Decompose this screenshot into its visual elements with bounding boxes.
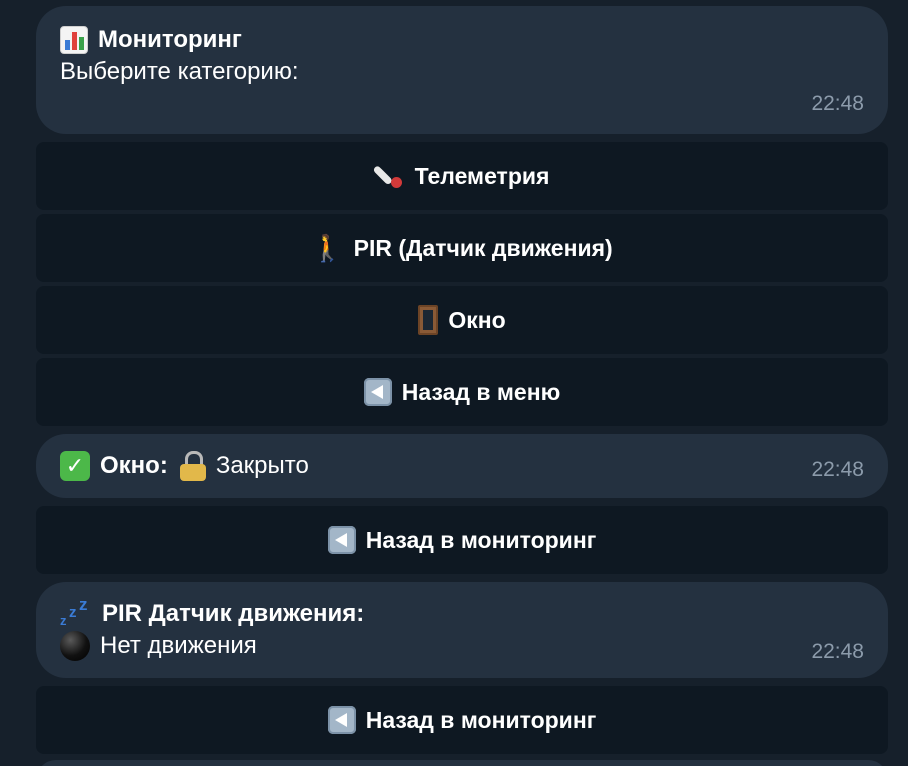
back-to-monitoring-button[interactable]: Назад в мониторинг bbox=[36, 506, 888, 574]
pir-status-title-row: z z z PIR Датчик движения: bbox=[60, 595, 365, 630]
back-to-monitoring-button[interactable]: Назад в мониторинг bbox=[36, 686, 888, 754]
back-to-menu-label: Назад в меню bbox=[401, 378, 561, 405]
message-next-partial bbox=[36, 760, 888, 766]
lock-icon bbox=[179, 451, 206, 481]
window-status-row: ✓ Окно: Закрыто bbox=[60, 450, 309, 482]
window-status-value: Закрыто bbox=[215, 452, 309, 479]
pir-status-title: PIR Датчик движения: bbox=[102, 600, 365, 627]
message-time: 22:48 bbox=[811, 92, 864, 115]
pir-button[interactable]: 🚶 PIR (Датчик движения) bbox=[36, 214, 888, 282]
thermometer-icon bbox=[375, 161, 405, 191]
message-title-row: Мониторинг bbox=[60, 24, 242, 56]
person-walking-icon: 🚶 bbox=[311, 233, 344, 263]
back-arrow-icon bbox=[363, 378, 392, 406]
back-to-menu-button[interactable]: Назад в меню bbox=[36, 358, 888, 426]
window-status-label: Окно: bbox=[100, 452, 168, 479]
window-button-label: Окно bbox=[448, 306, 506, 333]
zzz-icon: z z z bbox=[60, 595, 88, 628]
telemetry-button[interactable]: Телеметрия bbox=[36, 142, 888, 210]
black-circle-icon bbox=[60, 631, 90, 661]
message-time: 22:48 bbox=[811, 458, 864, 481]
window-button[interactable]: Окно bbox=[36, 286, 888, 354]
pir-status-row: Нет движения bbox=[60, 630, 257, 662]
message-time: 22:48 bbox=[811, 640, 864, 663]
message-pir-status: z z z PIR Датчик движения: Нет движения … bbox=[36, 582, 888, 678]
back-to-monitoring-label: Назад в мониторинг bbox=[365, 526, 597, 553]
back-to-monitoring-label: Назад в мониторинг bbox=[365, 706, 597, 733]
back-arrow-icon bbox=[327, 526, 356, 554]
chat-history[interactable]: Мониторинг Выберите категорию: 22:48 Тел… bbox=[0, 0, 908, 766]
pir-status-value: Нет движения bbox=[100, 632, 257, 659]
telemetry-button-label: Телеметрия bbox=[414, 162, 550, 189]
door-icon bbox=[418, 305, 439, 335]
message-window-status: ✓ Окно: Закрыто 22:48 bbox=[36, 434, 888, 498]
check-icon: ✓ bbox=[60, 451, 90, 481]
chart-icon bbox=[60, 26, 88, 54]
message-monitoring: Мониторинг Выберите категорию: 22:48 bbox=[36, 6, 888, 134]
message-title: Мониторинг bbox=[98, 26, 242, 53]
back-arrow-icon bbox=[327, 706, 356, 734]
message-text: Выберите категорию: bbox=[60, 58, 299, 85]
pir-button-label: PIR (Датчик движения) bbox=[353, 234, 613, 261]
